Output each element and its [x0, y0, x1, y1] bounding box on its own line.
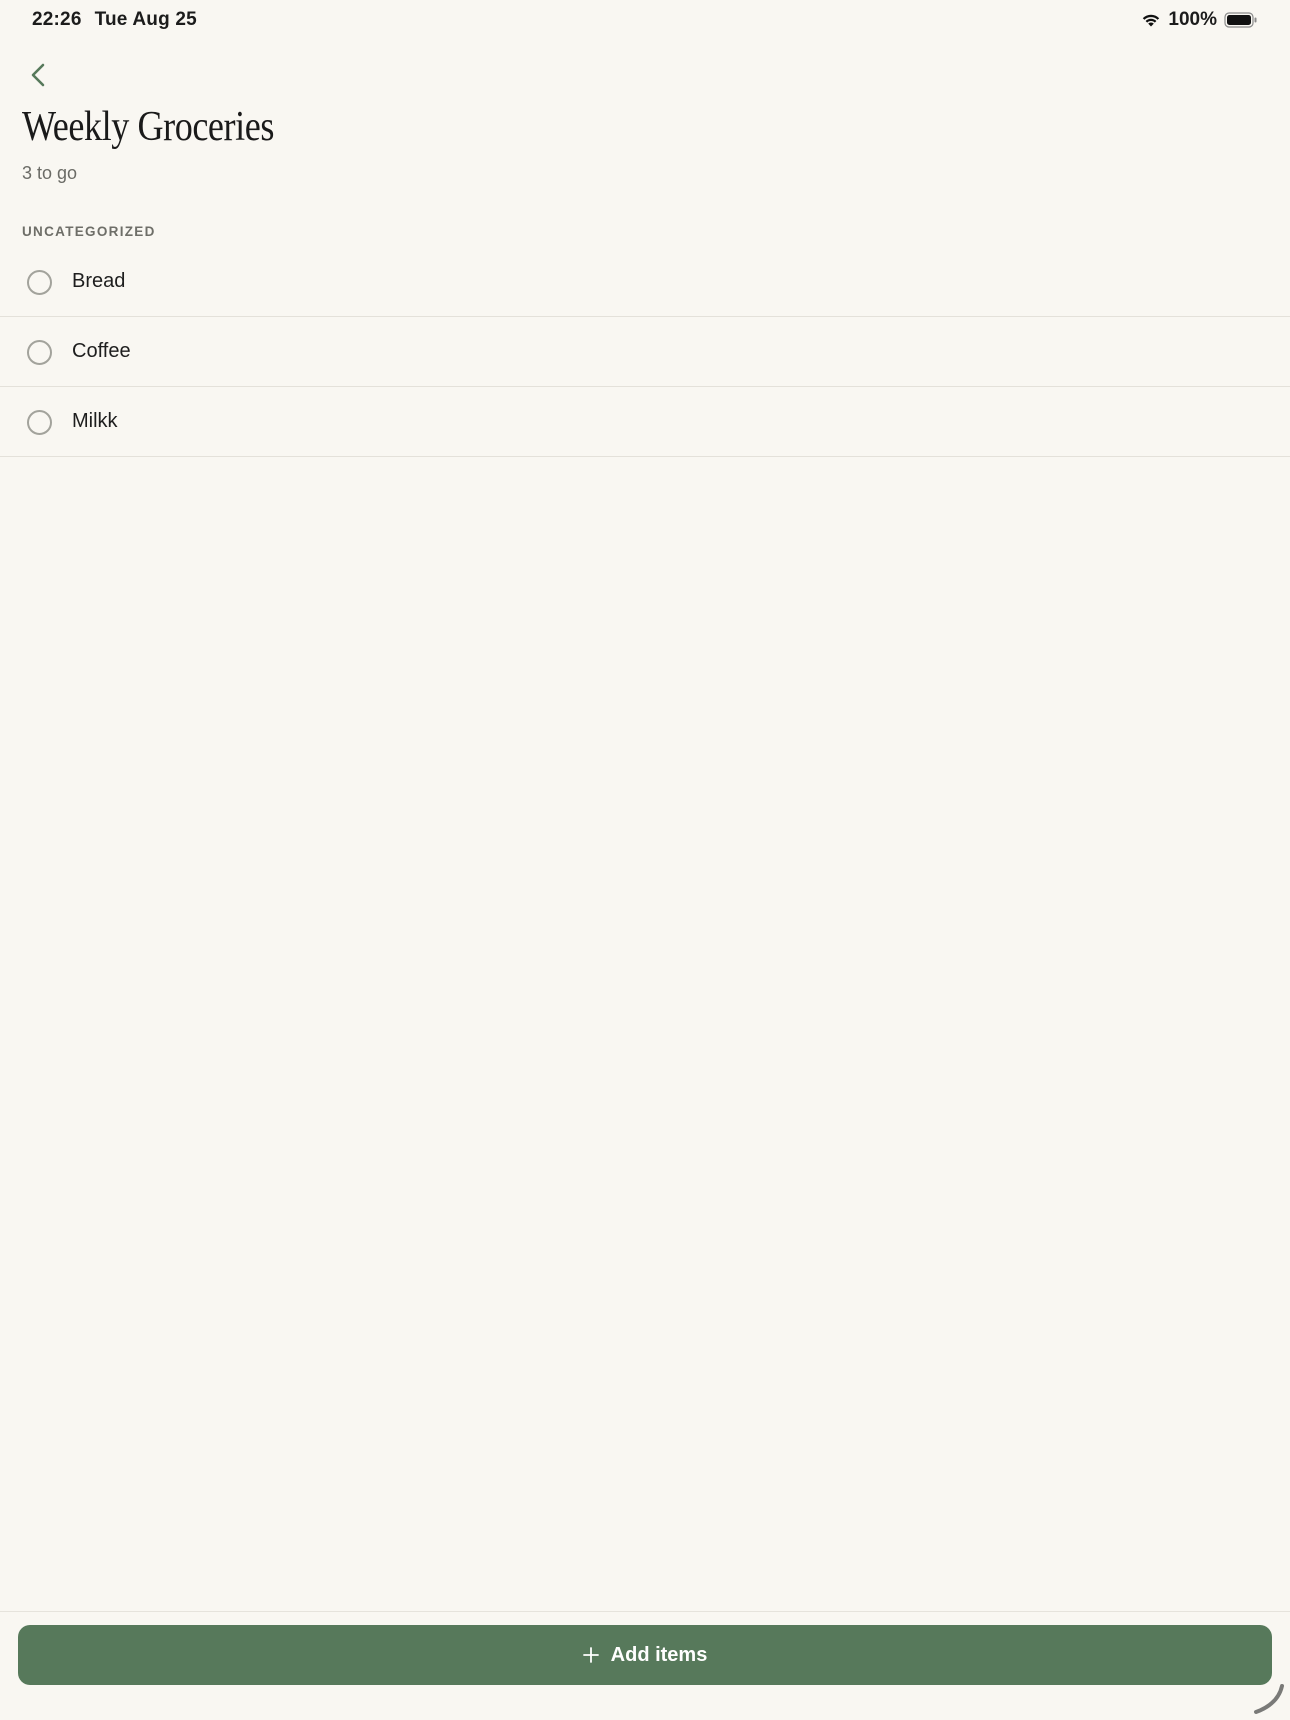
section-header: UNCATEGORIZED [22, 224, 156, 239]
list-item[interactable]: Coffee [0, 317, 1290, 387]
plus-icon [582, 1647, 599, 1663]
status-left: 22:26 Tue Aug 25 [32, 9, 197, 31]
checkbox[interactable] [27, 339, 52, 365]
page-title: Weekly Groceries [22, 104, 274, 150]
screen: 22:26 Tue Aug 25 100% Weekly Groceries 3… [0, 0, 1290, 1720]
item-label: Coffee [72, 340, 131, 362]
item-label: Milkk [72, 410, 118, 432]
status-right: 100% [1141, 9, 1258, 31]
item-list: Bread Coffee Milkk [0, 247, 1290, 457]
add-items-button[interactable]: Add items [18, 1625, 1272, 1685]
remaining-count: 3 to go [22, 163, 78, 183]
list-item[interactable]: Milkk [0, 387, 1290, 457]
battery-percent: 100% [1168, 9, 1217, 30]
add-items-label: Add items [610, 1643, 708, 1666]
status-date: Tue Aug 25 [94, 9, 197, 30]
battery-icon [1224, 12, 1258, 28]
item-label: Bread [72, 270, 126, 292]
home-indicator [1250, 1682, 1286, 1716]
checkbox[interactable] [27, 269, 52, 295]
status-time: 22:26 [32, 9, 82, 30]
chevron-left-icon [30, 62, 46, 93]
list-item[interactable]: Bread [0, 247, 1290, 317]
wifi-icon [1141, 13, 1161, 28]
back-button[interactable] [24, 60, 52, 94]
checkbox[interactable] [27, 409, 52, 435]
status-bar: 22:26 Tue Aug 25 100% [0, 0, 1290, 40]
bottom-divider [0, 1611, 1290, 1612]
